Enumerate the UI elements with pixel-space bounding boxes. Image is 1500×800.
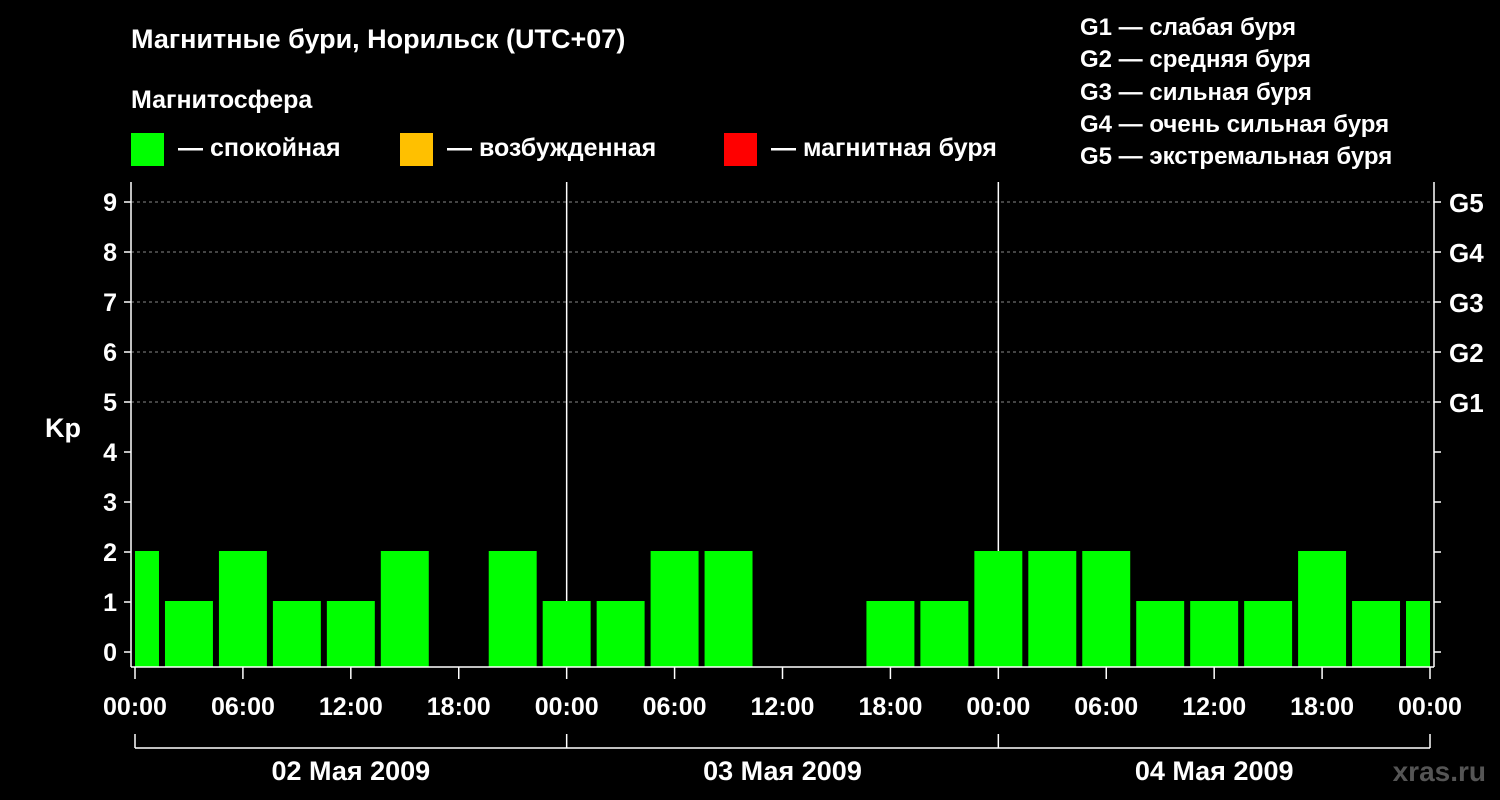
day-label: 02 Мая 2009	[271, 756, 430, 786]
g-tick-label: G5	[1449, 188, 1484, 218]
watermark: xras.ru	[1392, 756, 1486, 787]
x-tick-label: 06:00	[1074, 693, 1138, 721]
kp-bar	[135, 551, 159, 667]
kp-bar	[272, 601, 321, 667]
bars-layer	[135, 551, 1430, 667]
kp-bar	[596, 601, 645, 667]
day-label: 04 Мая 2009	[1135, 756, 1294, 786]
x-tick-label: 12:00	[751, 693, 815, 721]
g-tick-label: G1	[1449, 388, 1484, 418]
kp-bar	[704, 551, 753, 667]
kp-bar	[650, 551, 699, 667]
y-tick-label: 8	[103, 239, 117, 267]
kp-bar	[1298, 551, 1347, 667]
kp-bar	[488, 551, 537, 667]
x-tick-label: 12:00	[1182, 693, 1246, 721]
x-tick-label: 18:00	[1290, 693, 1354, 721]
y-tick-label: 1	[103, 589, 117, 617]
day-label: 03 Мая 2009	[703, 756, 862, 786]
y-tick-label: 5	[103, 389, 117, 417]
kp-bar	[1406, 601, 1430, 667]
g-tick-label: G3	[1449, 288, 1484, 318]
x-tick-label: 06:00	[211, 693, 275, 721]
y-tick-label: 6	[103, 339, 117, 367]
kp-bar-chart: 0 1 2 3 4 5 6 7 8 9 G1 G2 G3 G4 G5 00:00 06:00 12:00 18:00…	[45, 182, 1484, 786]
kp-bar	[1028, 551, 1077, 667]
x-tick-label: 00:00	[103, 693, 167, 721]
kp-bar	[866, 601, 915, 667]
x-tick-label: 12:00	[319, 693, 383, 721]
kp-bar	[974, 551, 1023, 667]
y-axis-label: Kp	[45, 413, 81, 443]
g-tick-label: G2	[1449, 338, 1484, 368]
kp-bar	[326, 601, 375, 667]
kp-bar	[1136, 601, 1185, 667]
x-tick-label: 18:00	[427, 693, 491, 721]
y-tick-label: 4	[103, 439, 117, 467]
kp-bar	[380, 551, 429, 667]
kp-bar	[1082, 551, 1131, 667]
x-tick-label: 18:00	[858, 693, 922, 721]
kp-bar	[542, 601, 591, 667]
kp-bar	[920, 601, 969, 667]
y-tick-label: 2	[103, 539, 117, 567]
x-tick-label: 00:00	[535, 693, 599, 721]
x-tick-label: 00:00	[966, 693, 1030, 721]
kp-bar	[218, 551, 267, 667]
x-tick-label: 00:00	[1398, 693, 1462, 721]
y-tick-label: 3	[103, 489, 117, 517]
y-tick-label: 9	[103, 189, 117, 217]
grid-layer	[131, 182, 1434, 667]
x-tick-label: 06:00	[643, 693, 707, 721]
g-tick-label: G4	[1449, 238, 1484, 268]
axes-layer: 0 1 2 3 4 5 6 7 8 9 G1 G2 G3 G4 G5 00:00 06:00 12:00 18:00…	[103, 182, 1484, 786]
kp-bar	[1244, 601, 1293, 667]
kp-bar	[1190, 601, 1239, 667]
kp-bar	[164, 601, 213, 667]
kp-bar	[1352, 601, 1401, 667]
y-tick-label: 7	[103, 289, 117, 317]
y-tick-label: 0	[103, 639, 117, 667]
